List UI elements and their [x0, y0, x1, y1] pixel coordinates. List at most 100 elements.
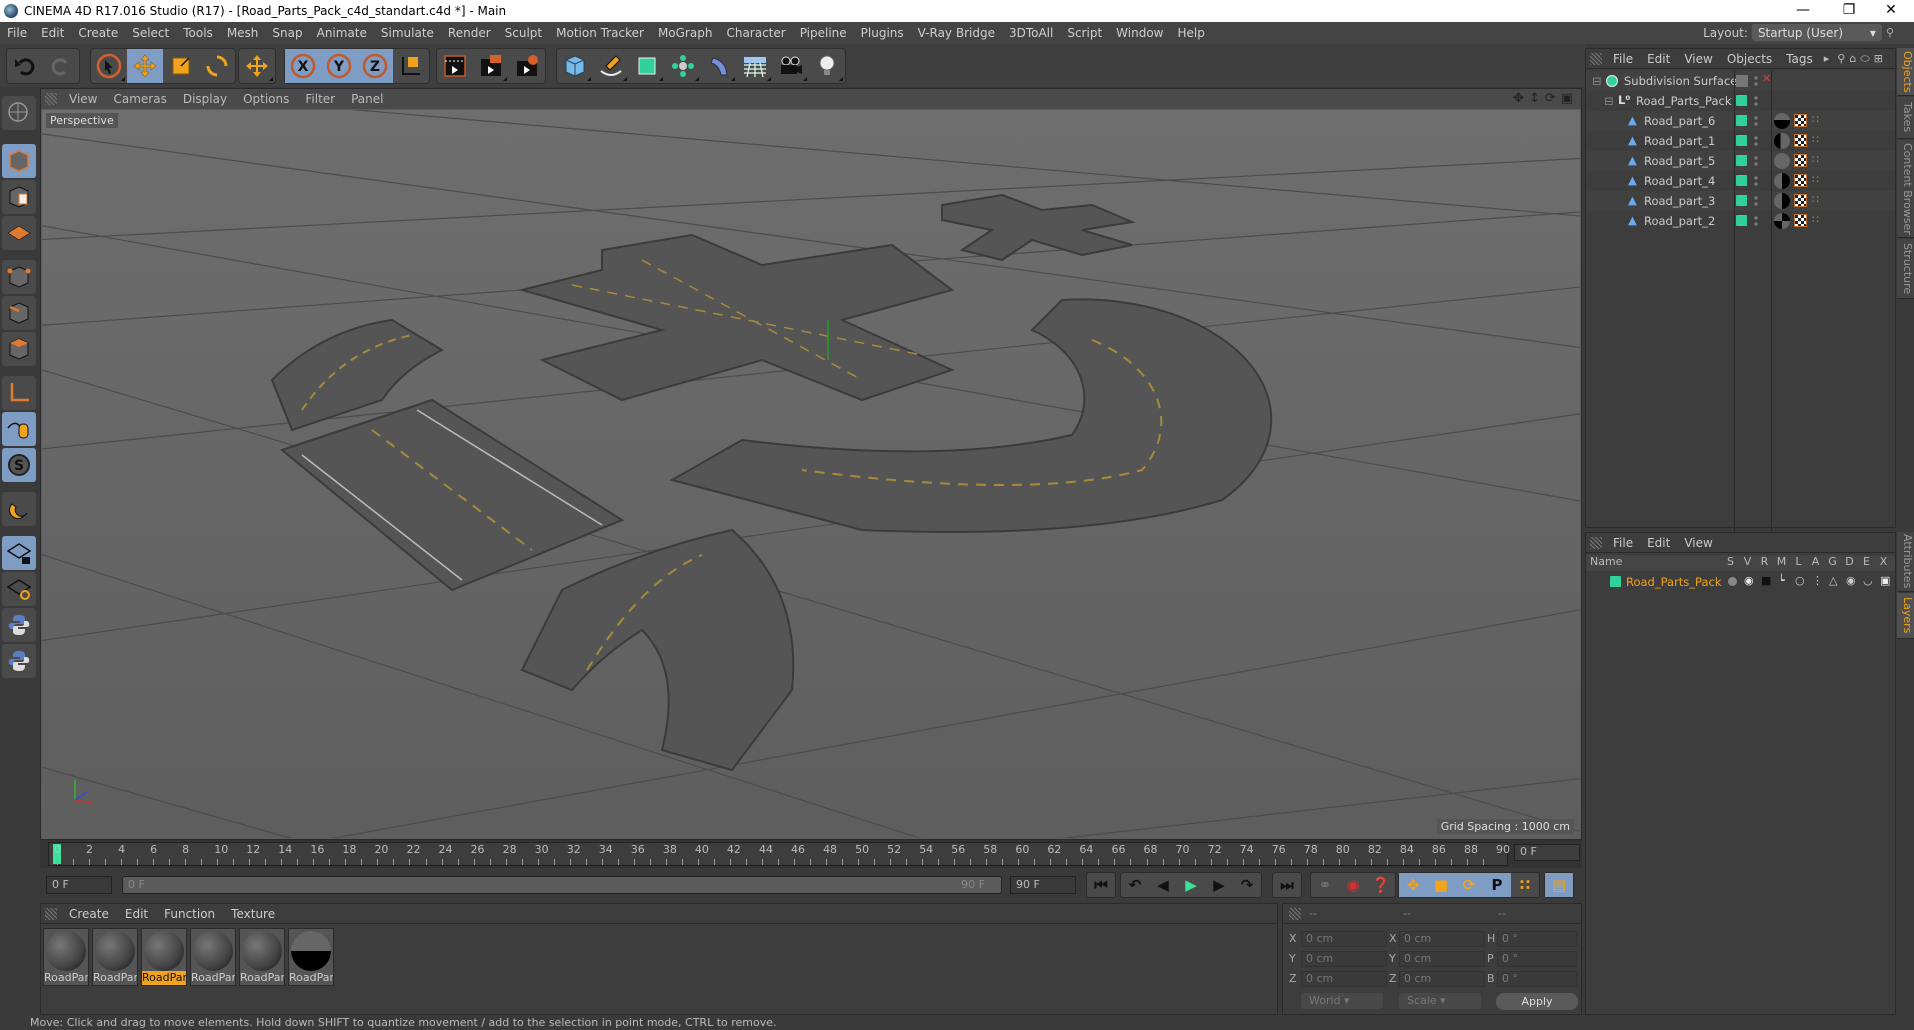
object-menu-tags[interactable]: Tags	[1779, 52, 1820, 66]
restore-icon[interactable]: ❐	[1826, 0, 1872, 22]
home-icon[interactable]: ⌂	[1849, 52, 1856, 65]
undo-button[interactable]	[7, 49, 43, 83]
menu-mesh[interactable]: Mesh	[220, 26, 266, 40]
expression-icon[interactable]: ◡	[1863, 574, 1873, 587]
unlocked-icon[interactable]: ○	[1795, 574, 1805, 587]
layer-color-icon[interactable]	[1736, 175, 1747, 186]
viewport-menu-cameras[interactable]: Cameras	[105, 92, 174, 106]
motion-record-icon[interactable]: ⚭	[1311, 873, 1339, 897]
redo-button[interactable]	[43, 49, 79, 83]
layer-color-icon[interactable]	[1736, 115, 1747, 126]
material-swatch[interactable]: RoadPar	[239, 928, 285, 986]
menu-snap[interactable]: Snap	[265, 26, 309, 40]
cloner-button[interactable]	[665, 49, 701, 83]
solo-toggle-icon[interactable]	[1728, 577, 1737, 586]
material-tag-icon[interactable]	[1774, 193, 1790, 209]
phong-tag-icon[interactable]: ∷	[1812, 113, 1819, 126]
viewport[interactable]: View Cameras Display Options Filter Pane…	[40, 88, 1582, 840]
workplane-button[interactable]	[2, 216, 36, 250]
panel-grip-icon[interactable]	[1289, 908, 1301, 920]
move-button[interactable]	[127, 49, 163, 83]
menu-3dtoall[interactable]: 3DToAll	[1002, 26, 1060, 40]
layer-menu-file[interactable]: File	[1606, 536, 1640, 550]
object-menu-view[interactable]: View	[1677, 52, 1719, 66]
layer-color-icon[interactable]	[1736, 215, 1747, 226]
size-z-field[interactable]: 0 cm	[1399, 971, 1485, 987]
orbit-view-icon[interactable]: ⟳	[1545, 91, 1556, 106]
menu-simulate[interactable]: Simulate	[374, 26, 441, 40]
material-tag-icon[interactable]	[1774, 133, 1790, 149]
more-menu-icon[interactable]: ▸	[1824, 52, 1830, 65]
material-tag-icon[interactable]	[1774, 213, 1790, 229]
pos-x-field[interactable]: 0 cm	[1301, 931, 1387, 947]
material-swatch[interactable]: RoadPar	[92, 928, 138, 986]
collapse-icon[interactable]: ⊟	[1592, 74, 1602, 88]
workplane-rotate-button[interactable]	[2, 572, 36, 606]
visibility-dots-icon[interactable]	[1754, 215, 1758, 227]
viewport-menu-filter[interactable]: Filter	[297, 92, 343, 106]
uvw-tag-icon[interactable]	[1794, 194, 1807, 207]
key-rotation-icon[interactable]: ⟳	[1455, 873, 1483, 897]
object-menu-edit[interactable]: Edit	[1640, 52, 1677, 66]
layer-menu-view[interactable]: View	[1677, 536, 1719, 550]
search-icon[interactable]: ⚲	[1837, 52, 1845, 65]
object-row[interactable]: ▲ Road_part_6 ∷	[1586, 111, 1895, 131]
menu-motion-tracker[interactable]: Motion Tracker	[549, 26, 651, 40]
viewport-menu-view[interactable]: View	[61, 92, 105, 106]
column-view[interactable]: V	[1739, 555, 1756, 571]
object-row[interactable]: ▲ Road_part_2 ∷	[1586, 211, 1895, 231]
material-tag-icon[interactable]	[1774, 113, 1790, 129]
rot-h-field[interactable]: 0 °	[1497, 931, 1577, 947]
menu-edit[interactable]: Edit	[34, 26, 71, 40]
xref-icon[interactable]: ▣	[1880, 574, 1890, 587]
manager-tree-icon[interactable]: ┕	[1778, 574, 1785, 587]
menu-select[interactable]: Select	[125, 26, 176, 40]
menu-character[interactable]: Character	[719, 26, 792, 40]
menu-file[interactable]: File	[0, 26, 34, 40]
z-axis-button[interactable]: Z	[357, 49, 393, 83]
layer-row[interactable]: Road_Parts_Pack ◉ ■ ┕ ○ ⋮ △ ◉ ◡ ▣	[1586, 572, 1895, 592]
deformer-button[interactable]	[701, 49, 737, 83]
play-icon[interactable]: ▶	[1177, 873, 1205, 897]
coordinate-space-dropdown[interactable]: World ▾	[1301, 993, 1383, 1009]
deformer-icon[interactable]: ◉	[1846, 574, 1856, 587]
object-menu-objects[interactable]: Objects	[1720, 52, 1779, 66]
material-menu-create[interactable]: Create	[61, 907, 117, 921]
axis-mode-button[interactable]	[2, 376, 36, 410]
record-active-objects-icon[interactable]: ◉	[1339, 873, 1367, 897]
object-row[interactable]: ⊟ Subdivision Surface ✕	[1586, 71, 1895, 91]
apply-button[interactable]: Apply	[1496, 993, 1578, 1010]
column-locked[interactable]: L	[1790, 555, 1807, 571]
floor-button[interactable]	[737, 49, 773, 83]
goto-end-icon[interactable]: ⏭	[1273, 873, 1301, 897]
frame-range-slider[interactable]: 0 F 90 F	[122, 876, 1002, 894]
workplane-lock-button[interactable]	[2, 536, 36, 570]
object-row[interactable]: ▲ Road_part_5 ∷	[1586, 151, 1895, 171]
timeline-ruler[interactable]: 0 2 4 6 8 10 12 14 16 18 20 22 24 26 28 30 32 34 36 38 40 42 4…	[48, 842, 1510, 866]
make-editable-button[interactable]	[2, 96, 36, 130]
layout-dropdown[interactable]: Startup (User) ▾	[1751, 24, 1882, 41]
timeline-window-icon[interactable]: ▤	[1545, 873, 1573, 897]
solo-button[interactable]: S	[2, 448, 36, 482]
menu-sculpt[interactable]: Sculpt	[498, 26, 549, 40]
column-deformers[interactable]: D	[1841, 555, 1858, 571]
panel-grip-icon[interactable]	[45, 93, 57, 105]
tab-objects[interactable]: Objects	[1897, 48, 1914, 96]
tab-content-browser[interactable]: Content Browser	[1897, 140, 1914, 238]
tweak-mode-button[interactable]	[2, 412, 36, 446]
visibility-dots-icon[interactable]	[1754, 155, 1758, 167]
visibility-dots-icon[interactable]	[1754, 115, 1758, 127]
goto-previous-key-icon[interactable]: ↶	[1121, 873, 1149, 897]
edges-mode-button[interactable]	[2, 296, 36, 330]
phong-tag-icon[interactable]: ∷	[1812, 173, 1819, 186]
viewport-menu-panel[interactable]: Panel	[343, 92, 391, 106]
column-render[interactable]: R	[1756, 555, 1773, 571]
close-icon[interactable]: ✕	[1868, 0, 1914, 22]
goto-start-icon[interactable]: ⏮	[1087, 873, 1115, 897]
viewport-canvas[interactable]: Perspective Grid Spacing : 1000 cm	[42, 110, 1580, 838]
light-button[interactable]	[809, 49, 845, 83]
camera-button[interactable]	[773, 49, 809, 83]
pan-view-icon[interactable]: ✥	[1513, 91, 1524, 106]
menu-help[interactable]: Help	[1170, 26, 1211, 40]
pos-y-field[interactable]: 0 cm	[1301, 951, 1387, 967]
